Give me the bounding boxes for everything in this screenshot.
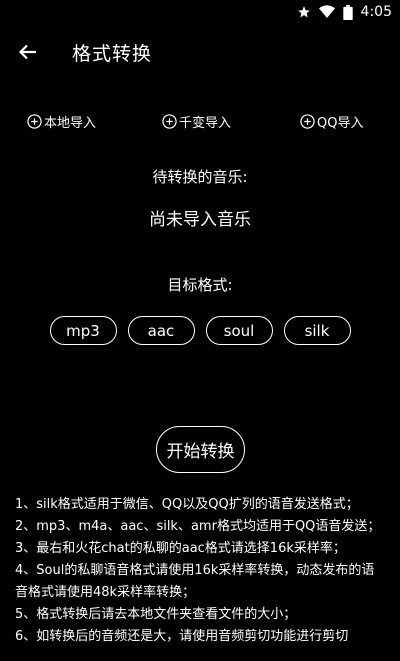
arrow-left-icon [18, 44, 36, 60]
add-circle-icon [162, 114, 177, 129]
format-options: mp3 aac soul silk [0, 316, 400, 345]
import-qianbian-label: 千变导入 [179, 116, 232, 131]
format-option-mp3[interactable]: mp3 [49, 316, 117, 345]
pending-music-label: 待转换的音乐: [152, 168, 248, 186]
app-bar: 格式转换 [0, 24, 400, 80]
format-option-silk[interactable]: silk [283, 316, 351, 345]
import-local-button[interactable]: 本地导入 [27, 112, 96, 131]
note-item: 3、最右和火花chat的私聊的aac格式请选择16k采样率； [15, 541, 346, 556]
page-title: 格式转换 [72, 42, 153, 65]
instructions: 1、silk格式适用于微信、QQ以及QQ扩列的语音发送格式； 2、mp3、m4a… [15, 494, 387, 648]
start-convert-button[interactable]: 开始转换 [156, 426, 245, 473]
status-bar: 4:05 [0, 0, 400, 24]
battery-icon [342, 4, 353, 20]
add-circle-icon [300, 114, 315, 129]
import-qq-button[interactable]: QQ导入 [300, 112, 363, 131]
star-icon [297, 5, 311, 19]
clock: 4:05 [360, 4, 392, 20]
wifi-icon [318, 5, 335, 19]
note-item: 5、格式转换后请去本地文件夹查看文件的大小； [15, 607, 297, 622]
note-item: 4、Soul的私聊语音格式请使用16k采样率转换，动态发布的语音格式请使用48k… [15, 563, 375, 600]
add-circle-icon [27, 114, 42, 129]
note-item: 6、如转换后的音频还是大，请使用音频剪切功能进行剪切 [15, 629, 349, 644]
note-item: 1、silk格式适用于微信、QQ以及QQ扩列的语音发送格式； [15, 497, 359, 512]
import-qianbian-button[interactable]: 千变导入 [162, 112, 231, 131]
target-format-label: 目标格式: [167, 276, 233, 294]
import-local-label: 本地导入 [44, 116, 97, 131]
format-option-aac[interactable]: aac [127, 316, 195, 345]
pending-music-value: 尚未导入音乐 [149, 210, 251, 230]
format-option-soul[interactable]: soul [205, 316, 273, 345]
import-qq-label: QQ导入 [317, 116, 364, 131]
import-toolbar: 本地导入 千变导入 QQ导入 [0, 112, 400, 136]
note-item: 2、mp3、m4a、aac、silk、amr格式均适用于QQ语音发送； [15, 519, 381, 534]
back-button[interactable] [0, 24, 56, 80]
